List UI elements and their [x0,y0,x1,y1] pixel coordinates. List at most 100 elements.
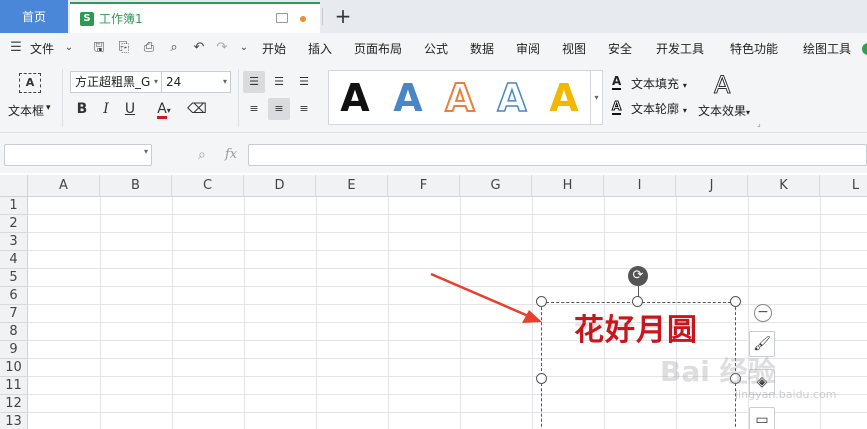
more-chevron-icon[interactable]: ⌄ [236,40,252,56]
menu-insert[interactable]: 插入 [308,33,332,65]
column-header-k[interactable]: K [748,175,820,197]
menu-page-layout[interactable]: 页面布局 [354,33,402,65]
align-middle-button[interactable]: ☰ [268,71,290,93]
chevron-down-icon[interactable]: ⌄ [61,40,77,56]
style-black-a[interactable]: A [332,75,378,121]
column-header-e[interactable]: E [316,175,388,197]
row-header-4[interactable]: 4 [0,251,28,269]
select-all-corner[interactable] [0,175,28,197]
textbox-button[interactable]: 文本框 [8,102,44,119]
text-outline-label: 文本轮廓 [631,102,680,116]
undo-icon[interactable]: ↶ [191,40,207,56]
text-effect-button[interactable]: 文本效果▾ [698,102,750,119]
font-name-select[interactable]: 方正超粗黑_G ▾ [70,71,162,93]
monitor-icon[interactable] [276,13,288,23]
hamburger-menu-icon[interactable]: ☰ [8,40,24,56]
chevron-down-icon: ▾ [682,81,687,90]
bold-button[interactable]: B [71,98,93,120]
row-header-13[interactable]: 13 [0,413,28,429]
column-header-f[interactable]: F [388,175,460,197]
align-bottom-button[interactable]: ☰ [293,71,315,93]
text-outline-icon[interactable]: A [611,99,622,115]
align-left-button[interactable]: ≡ [243,98,265,120]
style-blue-outline-a[interactable]: A [489,75,535,121]
collapse-minus-icon[interactable]: − [754,304,772,322]
font-name-value: 方正超粗黑_G [75,75,151,89]
dialog-launcher-icon[interactable]: ⌟ [757,119,761,128]
column-header-a[interactable]: A [28,175,100,197]
underline-button[interactable]: U [119,98,141,120]
eraser-icon[interactable]: ⌫ [186,98,208,120]
row-header-9[interactable]: 9 [0,341,28,359]
redo-icon[interactable]: ↷ [214,40,230,56]
chevron-down-icon: ▾ [746,108,751,117]
row-header-10[interactable]: 10 [0,359,28,377]
menu-data[interactable]: 数据 [470,33,494,65]
row-header-6[interactable]: 6 [0,287,28,305]
column-header-b[interactable]: B [100,175,172,197]
row-header-2[interactable]: 2 [0,215,28,233]
row-header-5[interactable]: 5 [0,269,28,287]
print-icon[interactable]: ⎙ [141,40,157,56]
row-header-11[interactable]: 11 [0,377,28,395]
column-header-h[interactable]: H [532,175,604,197]
textbox-chevron-icon[interactable]: ▾ [46,103,51,113]
file-menu[interactable]: 文件 [30,33,54,65]
name-box[interactable]: ▾ [4,144,152,166]
style-yellow-a[interactable]: A [541,75,587,121]
new-tab-button[interactable]: + [333,3,353,29]
resize-handle-top-right[interactable] [730,296,741,307]
menu-developer[interactable]: 开发工具 [656,33,704,65]
menu-security[interactable]: 安全 [608,33,632,65]
column-header-g[interactable]: G [460,175,532,197]
align-right-button[interactable]: ≡ [293,98,315,120]
print-preview-icon[interactable]: ⌕ [166,40,182,56]
column-header-i[interactable]: I [604,175,676,197]
text-fill-button[interactable]: 文本填充 ▾ [631,75,687,92]
row-header-3[interactable]: 3 [0,233,28,251]
align-top-button[interactable]: ☰ [243,71,265,93]
menu-formulas[interactable]: 公式 [424,33,448,65]
resize-handle-left[interactable] [536,373,547,384]
font-size-select[interactable]: 24 ▾ [161,71,231,93]
menu-features[interactable]: 特色功能 [730,33,778,65]
grid-line [28,412,867,413]
fx-icon[interactable]: fx [225,147,237,162]
menu-bar: ☰ 文件 ⌄ 🖫 ⎘ ⎙ ⌕ ↶ ↷ ⌄ 开始 插入 页面布局 公式 数据 审阅… [0,33,867,65]
rotate-handle-icon[interactable]: ⟳ [628,266,648,286]
column-header-d[interactable]: D [244,175,316,197]
text-outline-button[interactable]: 文本轮廓 ▾ [631,100,687,117]
zoom-search-icon[interactable]: ⌕ [198,147,206,163]
layout-button[interactable]: ▭ [749,407,775,429]
italic-button[interactable]: I [95,98,117,120]
style-blue-a[interactable]: A [385,75,431,121]
row-header-12[interactable]: 12 [0,395,28,413]
status-circle-icon [862,43,867,55]
menu-view[interactable]: 视图 [562,33,586,65]
column-header-j[interactable]: J [676,175,748,197]
align-center-button[interactable]: ≡ [268,98,290,120]
annotation-arrow [430,272,542,323]
tab-home[interactable]: 首页 [0,0,68,33]
font-size-value: 24 [166,75,182,89]
gallery-scroll[interactable]: ▾ [590,71,602,124]
textbox-icon[interactable]: A [19,73,41,93]
resize-handle-top-left[interactable] [536,296,547,307]
menu-drawing-tools[interactable]: 绘图工具 [803,33,851,65]
row-header-7[interactable]: 7 [0,305,28,323]
save-icon[interactable]: 🖫 [91,40,107,56]
tab-workbook[interactable]: S 工作簿1 [70,2,320,33]
menu-review[interactable]: 审阅 [516,33,540,65]
column-header-l[interactable]: L [820,175,867,197]
ribbon: A 文本框 ▾ 方正超粗黑_G ▾ 24 ▾ B I U A▾ ⌫ ☰ ☰ ☰ ≡ … [0,65,867,133]
export-icon[interactable]: ⎘ [116,40,132,56]
row-header-1[interactable]: 1 [0,197,28,215]
font-color-button[interactable]: A▾ [149,98,179,120]
text-effect-icon[interactable]: A [713,71,730,100]
formula-input[interactable] [248,144,867,166]
row-header-8[interactable]: 8 [0,323,28,341]
style-orange-outline-a[interactable]: A [437,75,483,121]
column-header-c[interactable]: C [172,175,244,197]
text-fill-icon[interactable]: A [612,74,622,90]
menu-start[interactable]: 开始 [262,33,286,65]
